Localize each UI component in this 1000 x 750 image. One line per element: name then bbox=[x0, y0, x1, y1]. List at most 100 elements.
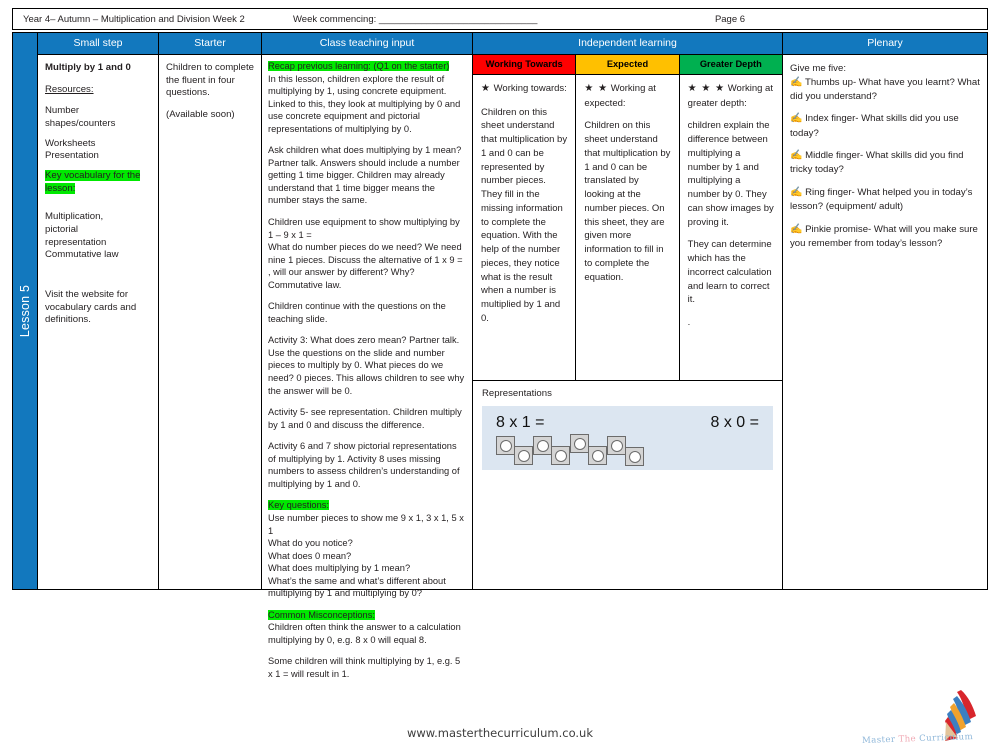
level-header-working-towards: Working Towards bbox=[473, 55, 577, 74]
key-questions-label: Key questions: bbox=[268, 500, 329, 511]
column-small-step: Small step Multiply by 1 and 0 Resources… bbox=[38, 33, 159, 589]
master-the-curriculum-logo: Master The Curriculum bbox=[862, 686, 992, 746]
counter-circle bbox=[573, 437, 586, 450]
level-heading: Working towards: bbox=[493, 83, 567, 94]
header-class-teaching-input: Class teaching input bbox=[262, 33, 472, 55]
counter-piece bbox=[570, 434, 589, 453]
starter-availability: (Available soon) bbox=[166, 108, 235, 120]
header-independent-learning: Independent learning bbox=[473, 33, 782, 55]
counter-circle bbox=[591, 449, 604, 462]
class-teaching-body: Recap previous learning: (Q1 on the star… bbox=[262, 55, 472, 686]
teaching-paragraph: Ask children what does multiplying by 1 … bbox=[268, 145, 462, 206]
vocab-item: representation bbox=[45, 236, 107, 248]
resources-label: Resources: bbox=[45, 83, 94, 95]
lesson-number-band: Lesson 5 bbox=[13, 33, 38, 589]
teaching-paragraph: Children continue with the questions on … bbox=[268, 301, 446, 324]
counter-piece bbox=[551, 446, 570, 465]
level-text: children explain the difference between … bbox=[687, 120, 774, 228]
plenary-body: Give me five: ✍ Thumbs up- What have you… bbox=[783, 55, 987, 255]
plenary-item-text: Middle finger- What skills did you find … bbox=[790, 150, 964, 176]
hand-icon: ✍ bbox=[790, 113, 803, 125]
level-text-3: . bbox=[687, 317, 691, 329]
level-content-greater-depth: ★ ★ ★ Working at greater depth: children… bbox=[680, 75, 782, 380]
level-header-expected: Expected bbox=[576, 55, 680, 74]
logo-word-1: Master bbox=[861, 734, 896, 746]
column-plenary: Plenary Give me five: ✍ Thumbs up- What … bbox=[783, 33, 987, 589]
document-header-bar: Year 4– Autumn – Multiplication and Divi… bbox=[12, 8, 988, 30]
lesson-plan-table: Lesson 5 Small step Multiply by 1 and 0 … bbox=[12, 32, 988, 679]
representations-label: Representations bbox=[482, 388, 552, 399]
counter-circle bbox=[499, 439, 512, 452]
logo-word-3: Curriculum bbox=[919, 732, 974, 744]
counter-circle bbox=[536, 439, 549, 452]
small-step-body: Multiply by 1 and 0 Resources: Number sh… bbox=[38, 55, 158, 331]
level-content-working-towards: ★ Working towards: Children on this shee… bbox=[473, 75, 577, 380]
header-small-step: Small step bbox=[38, 33, 158, 55]
representations-section: Representations 8 x 1 = 8 x 0 = bbox=[473, 381, 782, 589]
header-plenary: Plenary bbox=[783, 33, 987, 55]
column-class-teaching-input: Class teaching input Recap previous lear… bbox=[262, 33, 473, 679]
counter-piece bbox=[607, 436, 626, 455]
hand-icon: ✍ bbox=[790, 223, 803, 235]
resource-item: Worksheets Presentation bbox=[45, 137, 99, 162]
equation-left: 8 x 1 = bbox=[496, 414, 545, 431]
misconceptions-text: Children often think the answer to a cal… bbox=[268, 622, 461, 645]
counter-piece bbox=[496, 436, 515, 455]
teaching-paragraph: Children use equipment to show multiplyi… bbox=[268, 217, 463, 290]
counter-circle bbox=[628, 450, 641, 463]
level-text-2: They can determine which has the incorre… bbox=[687, 239, 772, 306]
plenary-item: ✍ Middle finger- What skills did you fin… bbox=[790, 149, 981, 177]
independent-level-headers: Working Towards Expected Greater Depth bbox=[473, 55, 782, 75]
level-content-expected: ★ ★ Working at expected: Children on thi… bbox=[576, 75, 680, 380]
resource-item: Number shapes/counters bbox=[45, 105, 116, 129]
level-header-greater-depth: Greater Depth bbox=[679, 55, 782, 74]
teaching-paragraph: Activity 3: What does zero mean? Partner… bbox=[268, 335, 465, 396]
counter-circle bbox=[610, 439, 623, 452]
counter-piece bbox=[588, 446, 607, 465]
counter-circle bbox=[554, 449, 567, 462]
plenary-item-text: Pinkie promise- What will you make sure … bbox=[790, 223, 978, 249]
plenary-item: ✍ Index finger- What skills did you use … bbox=[790, 112, 981, 140]
plenary-item-text: Thumbs up- What have you learnt? What di… bbox=[790, 76, 980, 102]
teaching-paragraph: Activity 6 and 7 show pictorial represen… bbox=[268, 441, 460, 489]
star-icon: ★ ★ ★ bbox=[687, 83, 726, 94]
page-number: Page 6 bbox=[714, 13, 746, 25]
hand-icon: ✍ bbox=[790, 150, 803, 162]
counter-circle bbox=[517, 449, 530, 462]
vocab-item: pictorial bbox=[45, 223, 79, 235]
recap-text: In this lesson, children explore the res… bbox=[268, 73, 461, 134]
recap-label: Recap previous learning: (Q1 on the star… bbox=[268, 61, 450, 71]
footer-website-url[interactable]: www.masterthecurriculum.co.uk bbox=[0, 726, 1000, 740]
plenary-intro: Give me five: bbox=[790, 63, 846, 74]
plan-title: Year 4– Autumn – Multiplication and Divi… bbox=[23, 13, 245, 25]
star-icon: ★ bbox=[481, 83, 491, 94]
vocab-item: Multiplication, bbox=[45, 211, 104, 223]
header-starter: Starter bbox=[159, 33, 261, 55]
plenary-item-text: Index finger- What skills did you use to… bbox=[790, 113, 959, 139]
website-note: Visit the website for vocabulary cards a… bbox=[45, 288, 137, 326]
plenary-item: ✍ Thumbs up- What have you learnt? What … bbox=[790, 76, 981, 104]
starter-text: Children to complete the fluent in four … bbox=[166, 62, 254, 99]
hand-icon: ✍ bbox=[790, 76, 803, 88]
counter-piece bbox=[625, 447, 644, 466]
counter-piece bbox=[533, 436, 552, 455]
small-step-title: Multiply by 1 and 0 bbox=[45, 62, 131, 73]
plenary-item: ✍ Ring finger- What helped you in today’… bbox=[790, 186, 981, 214]
lesson-number-label: Lesson 5 bbox=[18, 284, 32, 338]
misconceptions-text-2: Some children will think multiplying by … bbox=[268, 656, 461, 679]
column-starter: Starter Children to complete the fluent … bbox=[159, 33, 262, 589]
representation-image: 8 x 1 = 8 x 0 = bbox=[482, 406, 773, 470]
counter-piece bbox=[514, 446, 533, 465]
level-text: Children on this sheet understand that m… bbox=[481, 106, 568, 324]
logo-word-2: The bbox=[898, 734, 917, 745]
plenary-item-text: Ring finger- What helped you in today’s … bbox=[790, 187, 973, 213]
starter-body: Children to complete the fluent in four … bbox=[159, 55, 261, 126]
key-vocabulary-label: Key vocabulary for the lesson: bbox=[45, 169, 141, 194]
week-commencing-field[interactable]: Week commencing: _______________________… bbox=[293, 14, 653, 25]
plenary-item: ✍ Pinkie promise- What will you make sur… bbox=[790, 223, 981, 251]
level-text: Children on this sheet understand that m… bbox=[584, 120, 671, 283]
equation-right: 8 x 0 = bbox=[710, 414, 759, 431]
column-independent-learning: Independent learning Working Towards Exp… bbox=[473, 33, 783, 589]
teaching-paragraph: Activity 5- see representation. Children… bbox=[268, 407, 462, 430]
hand-icon: ✍ bbox=[790, 187, 803, 198]
